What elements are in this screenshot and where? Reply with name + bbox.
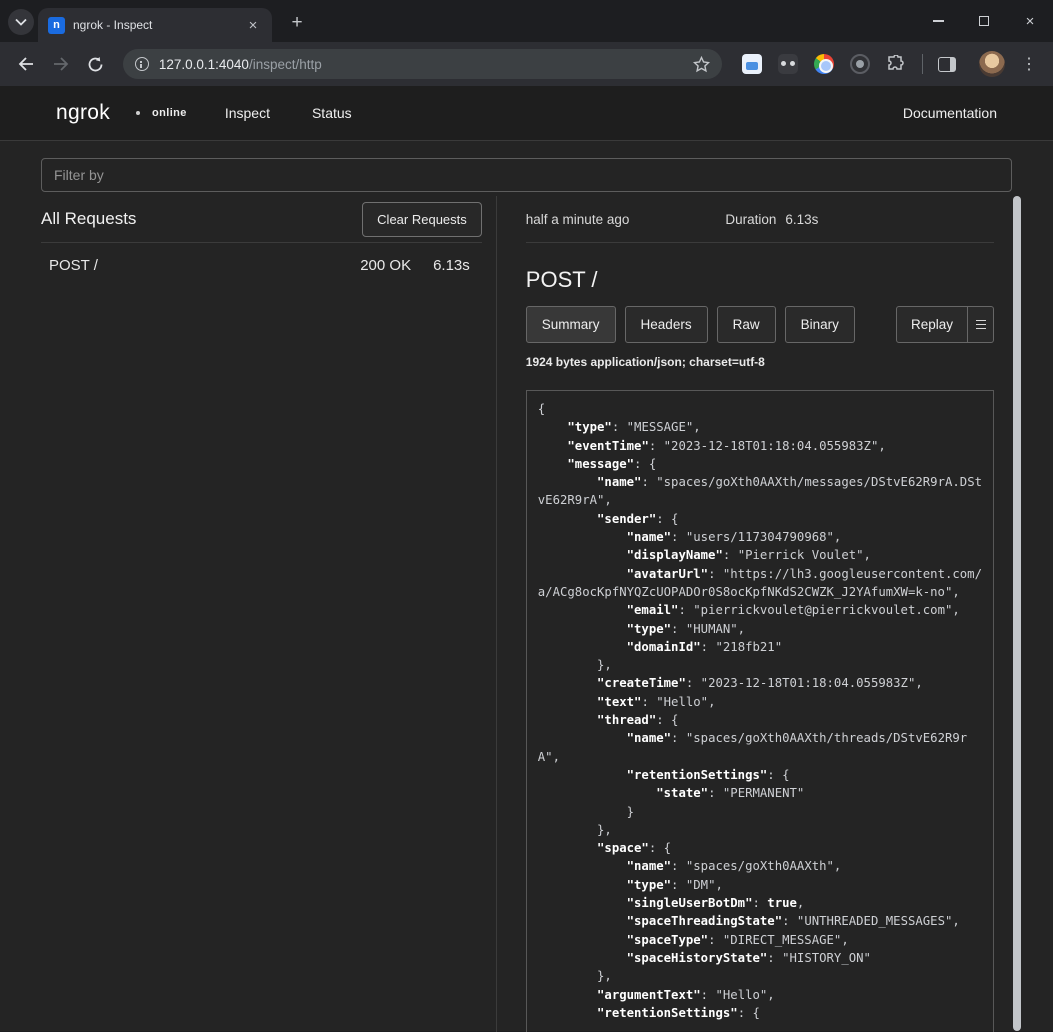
- tab-strip: n ngrok - Inspect × + ×: [0, 0, 1053, 42]
- ngrok-logo[interactable]: ngrok: [56, 101, 110, 125]
- requests-title: All Requests: [41, 209, 136, 229]
- tab-title: ngrok - Inspect: [73, 18, 244, 32]
- tab-headers[interactable]: Headers: [625, 306, 708, 343]
- window-maximize-button[interactable]: [961, 0, 1007, 42]
- extension-icon-1[interactable]: [738, 50, 766, 78]
- minimize-icon: [933, 20, 944, 22]
- filter-input[interactable]: [41, 158, 1012, 192]
- chevron-down-icon: [15, 18, 27, 26]
- toolbar-divider: [922, 54, 923, 74]
- tab-summary[interactable]: Summary: [526, 306, 616, 343]
- browser-menu-button[interactable]: ⋮: [1015, 50, 1043, 78]
- blue-extension-icon: [742, 54, 762, 74]
- nav-item-status[interactable]: Status: [312, 105, 352, 121]
- status-badge: online: [152, 107, 187, 119]
- dark-extension-icon: [778, 54, 798, 74]
- ngrok-header: ngrok online Inspect Status Documentatio…: [0, 86, 1053, 141]
- ring-extension-icon: [850, 54, 870, 74]
- header-nav: Inspect Status: [225, 105, 352, 121]
- request-status: 200 OK: [360, 257, 411, 274]
- tab-binary[interactable]: Binary: [785, 306, 855, 343]
- forward-button[interactable]: [45, 48, 77, 80]
- extension-icon-3[interactable]: [810, 50, 838, 78]
- bookmark-star-icon[interactable]: [693, 56, 710, 73]
- refresh-icon: [87, 56, 104, 73]
- side-panel-button[interactable]: [933, 50, 961, 78]
- back-button[interactable]: [10, 48, 42, 80]
- extension-icon-4[interactable]: [846, 50, 874, 78]
- back-arrow-icon: [17, 56, 35, 72]
- clear-requests-button[interactable]: Clear Requests: [362, 202, 482, 237]
- browser-tab[interactable]: n ngrok - Inspect ×: [38, 8, 272, 42]
- duration-group: Duration 6.13s: [725, 212, 818, 227]
- extensions-area: ⋮: [738, 50, 1043, 78]
- replay-button[interactable]: Replay: [896, 306, 968, 343]
- chrome-colored-icon: [814, 54, 834, 74]
- new-tab-button[interactable]: +: [284, 10, 310, 36]
- window-controls: ×: [915, 0, 1053, 42]
- window-minimize-button[interactable]: [915, 0, 961, 42]
- detail-panel: half a minute ago Duration 6.13s POST / …: [496, 196, 1012, 1032]
- time-ago-label: half a minute ago: [526, 212, 630, 227]
- ngrok-favicon-icon: n: [48, 17, 65, 34]
- request-duration: 6.13s: [433, 257, 470, 274]
- puzzle-piece-icon: [887, 55, 905, 73]
- profile-avatar[interactable]: [979, 51, 1005, 77]
- browser-toolbar: 127.0.0.1:4040/inspect/http ⋮: [0, 42, 1053, 86]
- browser-window: n ngrok - Inspect × + ×: [0, 0, 1053, 1032]
- nav-item-inspect[interactable]: Inspect: [225, 105, 270, 121]
- replay-split-button: Replay: [896, 306, 994, 343]
- window-close-button[interactable]: ×: [1007, 0, 1053, 42]
- url-path: /inspect/http: [249, 57, 322, 72]
- extension-icon-2[interactable]: [774, 50, 802, 78]
- site-info-icon[interactable]: [135, 57, 149, 71]
- detail-meta-row: half a minute ago Duration 6.13s: [526, 196, 994, 243]
- menu-lines-icon: [976, 320, 986, 322]
- request-row[interactable]: POST / 200 OK 6.13s: [41, 243, 482, 288]
- tab-raw[interactable]: Raw: [717, 306, 776, 343]
- maximize-icon: [979, 16, 989, 26]
- requests-panel: All Requests Clear Requests POST / 200 O…: [41, 196, 482, 288]
- request-method-path: POST /: [49, 257, 98, 274]
- refresh-button[interactable]: [80, 48, 112, 80]
- content-meta: 1924 bytes application/json; charset=utf…: [526, 355, 994, 369]
- duration-value: 6.13s: [785, 212, 818, 227]
- forward-arrow-icon: [52, 56, 70, 72]
- tab-search-button[interactable]: [8, 9, 34, 35]
- detail-tabs: Summary Headers Raw Binary Replay: [526, 306, 994, 343]
- detail-title: POST /: [526, 267, 994, 293]
- page-content: All Requests Clear Requests POST / 200 O…: [0, 141, 1053, 1031]
- request-body-json[interactable]: { "type": "MESSAGE", "eventTime": "2023-…: [526, 390, 994, 1032]
- panels: All Requests Clear Requests POST / 200 O…: [0, 196, 1053, 1032]
- url-text: 127.0.0.1:4040/inspect/http: [159, 57, 693, 72]
- detail-scrollbar[interactable]: [1013, 196, 1021, 1031]
- url-host: 127.0.0.1:4040: [159, 57, 249, 72]
- requests-panel-header: All Requests Clear Requests: [41, 196, 482, 243]
- tab-close-icon[interactable]: ×: [244, 16, 262, 34]
- address-bar[interactable]: 127.0.0.1:4040/inspect/http: [123, 49, 722, 79]
- extensions-menu-button[interactable]: [882, 50, 910, 78]
- replay-menu-button[interactable]: [968, 306, 994, 343]
- duration-label: Duration: [725, 212, 776, 227]
- documentation-link[interactable]: Documentation: [903, 105, 997, 121]
- side-panel-icon: [938, 57, 956, 72]
- status-dot-icon: [136, 111, 140, 115]
